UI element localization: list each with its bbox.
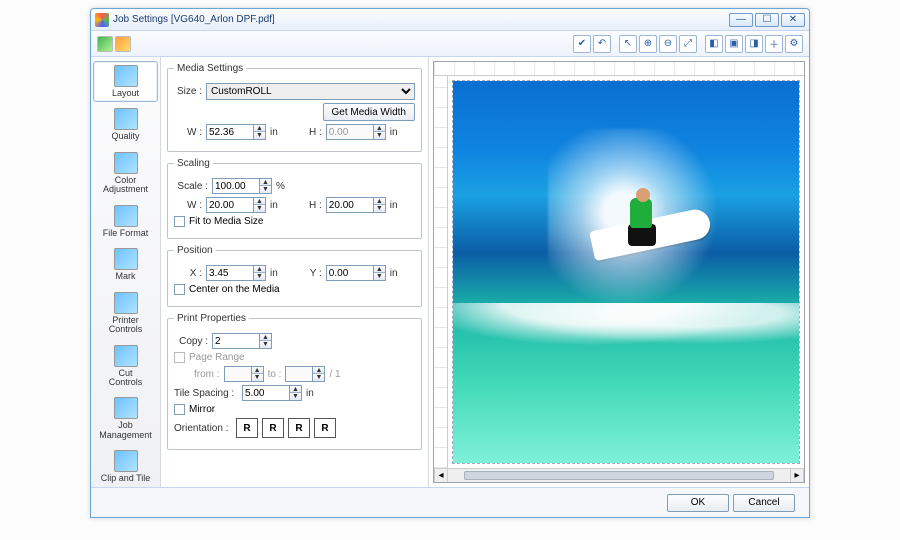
media-size-select[interactable]: CustomROLL <box>206 83 415 100</box>
orient-0[interactable]: R <box>236 418 258 438</box>
fit-to-media-checkbox[interactable]: Fit to Media Size <box>174 216 415 227</box>
snap-left-icon[interactable]: ◧ <box>705 35 723 53</box>
layout-icon <box>114 65 138 87</box>
scale-stepper[interactable]: ▲▼ <box>260 178 272 194</box>
preview-image <box>453 81 799 463</box>
sidebar-item-file-format[interactable]: File Format <box>93 201 158 242</box>
titlebar: Job Settings [VG640_Arlon DPF.pdf] — ☐ ✕ <box>91 9 809 31</box>
scale-input[interactable] <box>212 178 260 194</box>
close-button[interactable]: ✕ <box>781 13 805 27</box>
scale-width-input[interactable] <box>206 197 254 213</box>
ruler-vertical <box>434 76 448 468</box>
maximize-button[interactable]: ☐ <box>755 13 779 27</box>
apply-icon[interactable]: ✔ <box>573 35 591 53</box>
minimize-button[interactable]: — <box>729 13 753 27</box>
roll-icon[interactable] <box>97 36 113 52</box>
canvas-frame: ◂▸ <box>433 61 805 483</box>
sidebar-item-cut-controls[interactable]: Cut Controls <box>93 341 158 392</box>
app-icon <box>95 13 109 27</box>
cut-controls-icon <box>114 345 138 367</box>
zoom-out-icon[interactable]: ⊖ <box>659 35 677 53</box>
position-settings: Position X : ▲▼ in Y : ▲▼ in Center on t… <box>167 245 422 307</box>
footer: OK Cancel <box>91 487 809 517</box>
sidebar-item-layout[interactable]: Layout <box>93 61 158 102</box>
tool-icon[interactable] <box>115 36 131 52</box>
orient-1[interactable]: R <box>262 418 284 438</box>
pos-x-input[interactable] <box>206 265 254 281</box>
copy-input[interactable] <box>212 333 260 349</box>
settings-icon[interactable]: ⚙ <box>785 35 803 53</box>
scrollbar-horizontal[interactable]: ◂▸ <box>434 468 804 482</box>
page-range-checkbox: Page Range <box>174 352 415 363</box>
media-settings: Media Settings Size : CustomROLL Get Med… <box>167 63 422 152</box>
file-format-icon <box>114 205 138 227</box>
page-from-input <box>224 366 252 382</box>
job-management-icon <box>114 397 138 419</box>
sidebar-item-quality[interactable]: Quality <box>93 104 158 145</box>
orient-2[interactable]: R <box>288 418 310 438</box>
zoom-in-icon[interactable]: ⊕ <box>639 35 657 53</box>
tile-spacing-input[interactable] <box>242 385 290 401</box>
preview-pane: ◂▸ <box>429 57 809 487</box>
print-properties: Print Properties Copy : ▲▼ Page Range fr… <box>167 313 422 450</box>
window: Job Settings [VG640_Arlon DPF.pdf] — ☐ ✕… <box>90 8 810 518</box>
sidebar-item-job-management[interactable]: Job Management <box>93 393 158 444</box>
printer-controls-icon <box>114 292 138 314</box>
orient-3[interactable]: R <box>314 418 336 438</box>
mark-icon <box>114 248 138 270</box>
sidebar-item-color-adjustment[interactable]: Color Adjustment <box>93 148 158 199</box>
get-media-width-button[interactable]: Get Media Width <box>323 103 415 121</box>
sidebar-item-mark[interactable]: Mark <box>93 244 158 285</box>
mirror-checkbox[interactable]: Mirror <box>174 404 415 415</box>
sidebar-item-printer-controls[interactable]: Printer Controls <box>93 288 158 339</box>
add-icon[interactable]: ＋ <box>765 35 783 53</box>
scale-height-input[interactable] <box>326 197 374 213</box>
center-on-media-checkbox[interactable]: Center on the Media <box>174 284 415 295</box>
media-height-input <box>326 124 374 140</box>
snap-right-icon[interactable]: ◨ <box>745 35 763 53</box>
ruler-horizontal <box>434 62 804 76</box>
zoom-fit-icon[interactable]: ⤢ <box>679 35 697 53</box>
ok-button[interactable]: OK <box>667 494 729 512</box>
quality-icon <box>114 108 138 130</box>
undo-icon[interactable]: ↶ <box>593 35 611 53</box>
window-title: Job Settings [VG640_Arlon DPF.pdf] <box>113 14 729 25</box>
media-width-input[interactable] <box>206 124 254 140</box>
clip-tile-icon <box>114 450 138 472</box>
cancel-button[interactable]: Cancel <box>733 494 795 512</box>
media-width-stepper[interactable]: ▲▼ <box>254 124 266 140</box>
pos-y-input[interactable] <box>326 265 374 281</box>
settings-panel: Media Settings Size : CustomROLL Get Med… <box>161 57 429 487</box>
canvas[interactable] <box>452 80 800 464</box>
toolbar: ✔ ↶ ↖ ⊕ ⊖ ⤢ ◧ ▣ ◨ ＋ ⚙ <box>91 31 809 57</box>
sidebar-item-clip-and-tile[interactable]: Clip and Tile <box>93 446 158 487</box>
pointer-icon[interactable]: ↖ <box>619 35 637 53</box>
snap-center-icon[interactable]: ▣ <box>725 35 743 53</box>
scaling-settings: Scaling Scale : ▲▼ % W : ▲▼ in H : ▲▼ in… <box>167 158 422 239</box>
sidebar: Layout Quality Color Adjustment File For… <box>91 57 161 487</box>
page-to-input <box>285 366 313 382</box>
color-adjustment-icon <box>114 152 138 174</box>
